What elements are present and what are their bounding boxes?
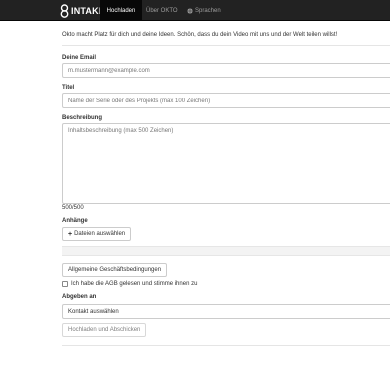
description-textarea[interactable] bbox=[62, 123, 390, 204]
octopus-logo-icon bbox=[60, 3, 69, 18]
terms-checkbox[interactable] bbox=[62, 281, 68, 287]
section-separator bbox=[62, 246, 390, 256]
terms-checkbox-row[interactable]: Ich habe die AGB gelesen und stimme ihne… bbox=[62, 281, 197, 287]
attachments-label: Anhänge bbox=[62, 218, 88, 224]
description-label: Beschreibung bbox=[62, 115, 103, 121]
terms-button[interactable]: Allgemeine Geschäftsbedingungen bbox=[62, 263, 168, 277]
title-label: Titel bbox=[62, 85, 75, 91]
terms-checkbox-label: Ich habe die AGB gelesen und stimme ihne… bbox=[71, 281, 198, 287]
globe-icon bbox=[187, 7, 193, 14]
submit-button[interactable]: Hochladen und Abschicken bbox=[62, 323, 147, 337]
nav-item-languages[interactable]: Sprachen bbox=[187, 0, 221, 21]
divider-bottom bbox=[62, 345, 390, 346]
submit-to-label: Abgeben an bbox=[62, 294, 97, 300]
navbar: INTAKE Hochladen Über OKTO Sprachen bbox=[0, 0, 390, 21]
plus-icon: + bbox=[68, 230, 73, 238]
nav-item-languages-label: Sprachen bbox=[195, 7, 221, 14]
intro-text: Okto macht Platz für dich und deine Idee… bbox=[62, 32, 338, 38]
title-field[interactable] bbox=[62, 93, 390, 108]
choose-files-button[interactable]: + Dateien auswählen bbox=[62, 227, 132, 241]
contact-select[interactable]: Kontakt auswählen bbox=[62, 304, 390, 319]
email-field[interactable] bbox=[62, 63, 390, 78]
choose-files-label: Dateien auswählen bbox=[74, 231, 126, 237]
divider bbox=[62, 45, 390, 46]
nav-item-upload[interactable]: Hochladen bbox=[100, 0, 142, 21]
brand[interactable]: INTAKE bbox=[60, 3, 105, 18]
char-counter: 500/500 bbox=[62, 205, 84, 211]
nav-item-about[interactable]: Über OKTO bbox=[146, 0, 178, 21]
email-label: Deine Email bbox=[62, 55, 97, 61]
